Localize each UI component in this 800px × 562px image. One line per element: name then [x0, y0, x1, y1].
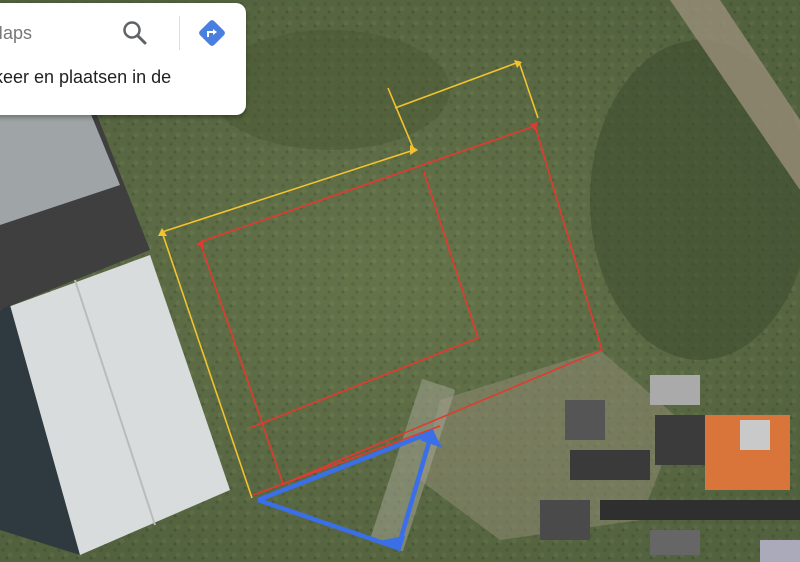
- search-divider: [179, 16, 180, 50]
- search-bar: Maps: [0, 3, 246, 63]
- search-card: Maps rkeer en plaatsen in de: [0, 3, 246, 115]
- directions-button[interactable]: [197, 18, 227, 48]
- result-snippet[interactable]: rkeer en plaatsen in de: [0, 67, 171, 88]
- search-button[interactable]: [120, 18, 150, 48]
- search-input[interactable]: Maps: [0, 23, 32, 44]
- search-icon: [123, 21, 147, 45]
- directions-icon: [199, 20, 225, 46]
- dark-bush: [210, 30, 450, 150]
